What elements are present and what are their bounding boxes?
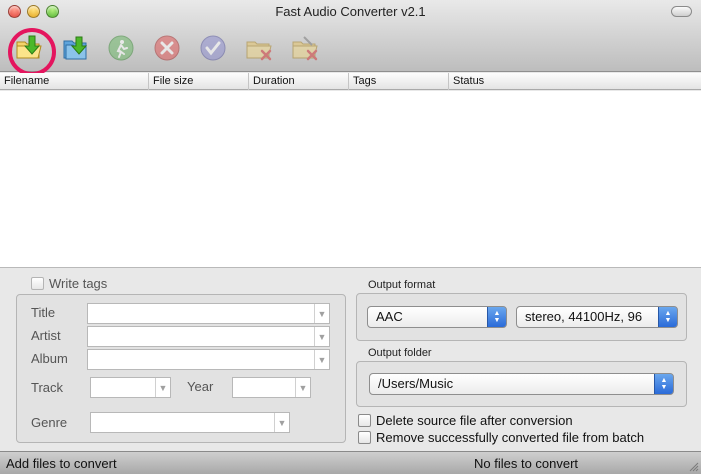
write-tags-checkbox[interactable] [31,277,44,290]
artist-label: Artist [31,328,61,343]
add-folder-button[interactable] [54,28,96,68]
delete-source-checkbox[interactable] [358,414,371,427]
stop-button[interactable] [146,28,188,68]
window-title: Fast Audio Converter v2.1 [275,4,426,19]
column-status[interactable]: Status [449,73,701,90]
write-tags-label: Write tags [49,276,108,291]
chevron-down-icon[interactable]: ▼ [295,378,310,397]
add-folder-icon [63,36,88,60]
convert-button[interactable] [100,28,142,68]
chevron-down-icon[interactable]: ▼ [314,304,329,323]
done-icon [200,35,226,61]
done-button[interactable] [192,28,234,68]
artist-field[interactable]: ▼ [87,326,330,347]
clear-list-button[interactable] [284,28,326,68]
delete-source-option[interactable]: Delete source file after conversion [358,413,573,428]
output-format-box: AAC ▲ ▼ stereo, 44100Hz, 96 ▲ ▼ [356,293,687,341]
format-select-value: AAC [376,309,403,324]
column-filename[interactable]: Filename [0,73,149,90]
toolbar-toggle-button[interactable] [671,6,692,17]
album-label: Album [31,351,68,366]
settings-panel: Write tags Title ▼ Artist ▼ Album ▼ Trac… [0,267,701,450]
column-duration[interactable]: Duration [249,73,349,90]
file-list[interactable] [0,91,701,267]
output-folder-label: Output folder [368,347,432,359]
chevron-down-icon[interactable]: ▼ [274,413,289,432]
genre-field[interactable]: ▼ [90,412,290,433]
album-field[interactable]: ▼ [87,349,330,370]
chevron-down-icon[interactable]: ▼ [314,327,329,346]
format-select[interactable]: AAC ▲ ▼ [367,306,507,328]
clear-list-icon [292,36,318,61]
column-tags[interactable]: Tags [349,73,449,90]
year-label: Year [187,379,214,394]
column-file-size[interactable]: File size [149,73,249,90]
write-tags-option[interactable]: Write tags [31,276,107,291]
chevron-updown-icon: ▲ ▼ [654,374,673,394]
remove-folder-icon [246,41,272,61]
remove-converted-option[interactable]: Remove successfully converted file from … [358,430,644,445]
window-titlebar: Fast Audio Converter v2.1 [0,0,701,76]
folder-select[interactable]: /Users/Music ▲ ▼ [369,373,674,395]
file-table-header: Filename File size Duration Tags Status [0,73,701,90]
year-field[interactable]: ▼ [232,377,311,398]
remove-converted-checkbox[interactable] [358,431,371,444]
chevron-down-icon[interactable]: ▼ [314,350,329,369]
status-file-count: No files to convert [474,456,579,471]
title-label: Title [31,305,56,320]
chevron-updown-icon: ▲ ▼ [658,307,677,327]
add-files-button[interactable] [8,28,56,76]
chevron-updown-icon: ▲ ▼ [487,307,506,327]
quality-select-value: stereo, 44100Hz, 96 [525,309,643,324]
remove-folder-button[interactable] [238,28,280,68]
remove-converted-label: Remove successfully converted file from … [376,430,645,445]
title-field[interactable]: ▼ [87,303,330,324]
stop-icon [154,35,180,61]
track-field[interactable]: ▼ [90,377,171,398]
chevron-down-icon[interactable]: ▼ [155,378,170,397]
resize-grip-icon[interactable] [687,460,699,472]
track-label: Track [31,380,64,395]
toolbar [8,28,330,76]
output-format-label: Output format [368,279,436,291]
add-files-icon [16,35,42,59]
quality-select[interactable]: stereo, 44100Hz, 96 ▲ ▼ [516,306,678,328]
status-hint: Add files to convert [6,456,117,471]
delete-source-label: Delete source file after conversion [376,413,573,428]
folder-select-value: /Users/Music [378,376,454,391]
convert-icon [108,35,134,61]
tag-editor-box: Title ▼ Artist ▼ Album ▼ Track ▼ Year ▼ … [16,294,346,443]
status-bar: Add files to convert No files to convert [0,451,701,474]
output-folder-box: /Users/Music ▲ ▼ [356,361,687,407]
genre-label: Genre [31,415,68,430]
